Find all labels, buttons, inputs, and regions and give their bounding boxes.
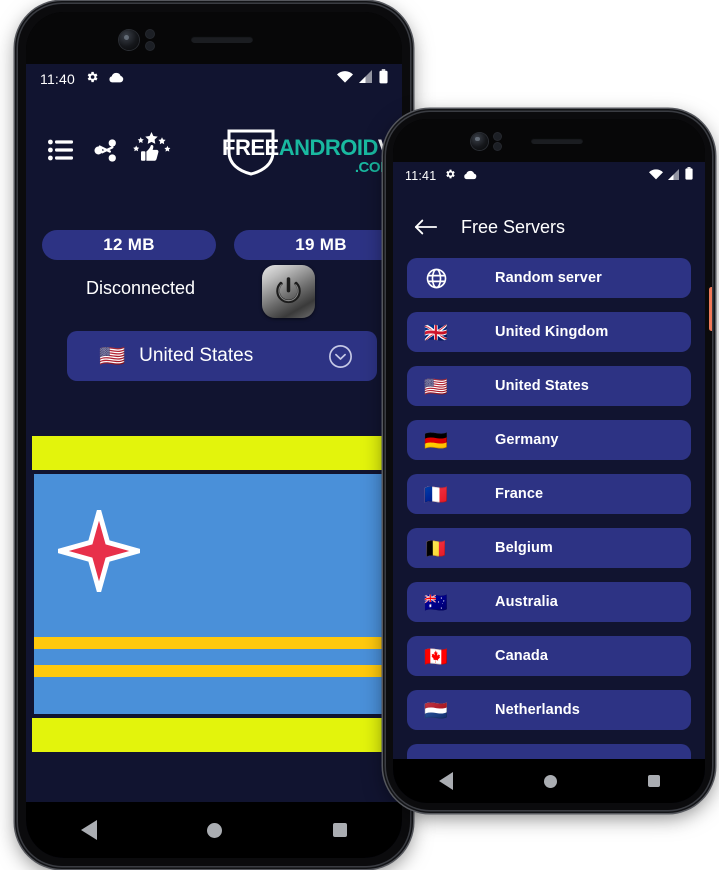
server-list-item-france[interactable]: 🇫🇷 France bbox=[407, 474, 691, 514]
flag-icon: 🇬🇧 bbox=[424, 321, 448, 344]
flag-icon: 🇺🇸 bbox=[424, 375, 448, 398]
back-nav-button[interactable] bbox=[438, 772, 453, 790]
server-name: United States bbox=[495, 378, 589, 394]
server-list-item-germany[interactable]: 🇩🇪 Germany bbox=[407, 420, 691, 460]
home-nav-button[interactable] bbox=[543, 774, 557, 788]
status-time: 11:40 bbox=[40, 71, 75, 87]
download-stat-pill[interactable]: 12 MB bbox=[42, 230, 216, 260]
selected-server-name: United States bbox=[139, 345, 254, 366]
side-power-button[interactable] bbox=[709, 287, 712, 331]
server-list-item-us[interactable]: 🇺🇸 United States bbox=[407, 366, 691, 406]
phone2-status-bar: 11:41 bbox=[393, 162, 705, 189]
signal-icon bbox=[667, 167, 680, 185]
flag-icon: 🇫🇷 bbox=[424, 483, 448, 506]
rate-us-icon[interactable] bbox=[130, 130, 174, 170]
list-menu-icon[interactable] bbox=[44, 133, 78, 167]
battery-icon bbox=[379, 69, 388, 89]
server-name: Belgium bbox=[495, 540, 553, 556]
gear-icon bbox=[85, 70, 99, 89]
download-stat-value: 12 MB bbox=[103, 235, 155, 254]
phone2-screen: 11:41 Free Servers Random server 🇬🇧 Unit… bbox=[393, 162, 705, 803]
status-time: 11:41 bbox=[405, 168, 437, 183]
server-name: Netherlands bbox=[495, 702, 580, 718]
wifi-icon bbox=[337, 70, 353, 88]
server-name: United Kingdom bbox=[495, 324, 609, 340]
phone2-top-bezel bbox=[393, 119, 705, 162]
aruba-stripe-lower bbox=[34, 665, 394, 677]
globe-icon bbox=[419, 267, 453, 290]
phone1-inner: 11:40 FREEANDROID .COM 12 MB 19 MB Disco… bbox=[26, 12, 402, 858]
server-name: Canada bbox=[495, 648, 548, 664]
server-list-item-netherlands[interactable]: 🇳🇱 Netherlands bbox=[407, 690, 691, 730]
flag-icon: 🇩🇪 bbox=[424, 429, 448, 452]
server-list-item-uk[interactable]: 🇬🇧 United Kingdom bbox=[407, 312, 691, 352]
server-list[interactable]: Random server 🇬🇧 United Kingdom 🇺🇸 Unite… bbox=[393, 258, 705, 759]
gear-icon bbox=[444, 167, 456, 185]
aruba-star bbox=[58, 510, 140, 592]
back-arrow-icon[interactable] bbox=[411, 212, 441, 242]
upload-stat-pill[interactable]: 19 MB bbox=[234, 230, 402, 260]
screenshot-root: 11:40 FREEANDROID .COM 12 MB 19 MB Disco… bbox=[0, 0, 719, 870]
page-title: Free Servers bbox=[461, 216, 566, 237]
server-list-item-partial[interactable] bbox=[407, 744, 691, 759]
earpiece-speaker bbox=[531, 138, 583, 144]
server-list-item-australia[interactable]: 🇦🇺 Australia bbox=[407, 582, 691, 622]
earpiece-speaker bbox=[191, 36, 253, 43]
phone1-nav-bar bbox=[26, 802, 402, 858]
proximity-sensor-icon bbox=[494, 133, 501, 140]
front-camera-icon bbox=[119, 30, 139, 50]
light-sensor-icon bbox=[146, 42, 154, 50]
aruba-flag-graphic bbox=[34, 474, 394, 714]
proximity-sensor-icon bbox=[146, 30, 154, 38]
front-camera-icon bbox=[471, 133, 488, 150]
server-list-item-canada[interactable]: 🇨🇦 Canada bbox=[407, 636, 691, 676]
cloud-icon bbox=[108, 70, 124, 88]
wifi-icon bbox=[649, 167, 663, 185]
back-nav-button[interactable] bbox=[81, 820, 98, 840]
upload-stat-value: 19 MB bbox=[295, 235, 347, 254]
app-logo: FREEANDROIDVPN .COM bbox=[222, 126, 402, 176]
recents-nav-button[interactable] bbox=[647, 775, 660, 787]
logo-part-free: FREE bbox=[222, 135, 279, 160]
phone1-status-bar: 11:40 bbox=[26, 64, 402, 94]
flag-icon: 🇳🇱 bbox=[424, 699, 448, 722]
banner-bottom-bar bbox=[32, 718, 396, 752]
recents-nav-button[interactable] bbox=[332, 823, 347, 837]
phone2-nav-bar bbox=[393, 759, 705, 803]
chevron-down-icon[interactable] bbox=[328, 344, 353, 369]
selected-server-selector[interactable]: 🇺🇸 United States bbox=[67, 331, 377, 381]
cloud-icon bbox=[463, 167, 477, 185]
signal-icon bbox=[358, 70, 373, 88]
selected-server-flag: 🇺🇸 bbox=[99, 343, 126, 368]
server-list-item-belgium[interactable]: 🇧🇪 Belgium bbox=[407, 528, 691, 568]
battery-icon bbox=[685, 166, 693, 185]
power-toggle-button[interactable] bbox=[262, 265, 315, 318]
server-list-item-random[interactable]: Random server bbox=[407, 258, 691, 298]
server-name: Germany bbox=[495, 432, 559, 448]
phone-device-secondary: 11:41 Free Servers Random server 🇬🇧 Unit… bbox=[386, 112, 712, 810]
aruba-stripe-upper bbox=[34, 637, 394, 649]
flag-icon: 🇧🇪 bbox=[424, 537, 448, 560]
home-nav-button[interactable] bbox=[207, 822, 223, 838]
server-name: Random server bbox=[495, 270, 602, 286]
flag-icon: 🇨🇦 bbox=[424, 645, 448, 668]
banner-top-bar bbox=[32, 436, 396, 470]
phone2-inner: 11:41 Free Servers Random server 🇬🇧 Unit… bbox=[393, 119, 705, 803]
light-sensor-icon bbox=[494, 143, 501, 150]
server-name: France bbox=[495, 486, 544, 502]
phone2-app-bar: Free Servers bbox=[393, 204, 705, 250]
logo-part-com: .COM bbox=[354, 159, 393, 176]
phone1-top-bezel bbox=[26, 12, 402, 64]
phone-device-primary: 11:40 FREEANDROID .COM 12 MB 19 MB Disco… bbox=[18, 4, 410, 866]
phone1-toolbar: FREEANDROIDVPN .COM bbox=[26, 122, 402, 178]
logo-part-android: ANDROID bbox=[278, 135, 379, 160]
connection-status-text: Disconnected bbox=[86, 278, 196, 298]
phone1-screen: 11:40 FREEANDROID .COM 12 MB 19 MB Disco… bbox=[26, 64, 402, 858]
server-name: Australia bbox=[495, 594, 558, 610]
flag-icon: 🇦🇺 bbox=[424, 591, 448, 614]
share-icon[interactable] bbox=[88, 133, 122, 167]
